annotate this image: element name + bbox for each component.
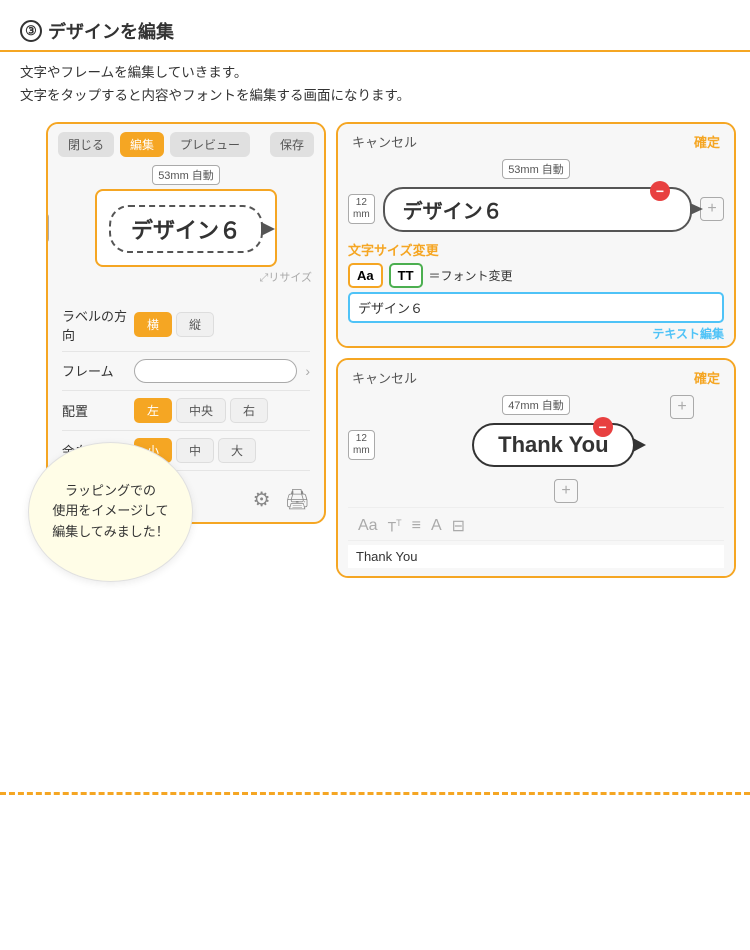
opt-large[interactable]: 大 (218, 438, 256, 463)
rp1-mm-badge: 12 mm (348, 194, 375, 224)
font-btn-tt[interactable]: TT (389, 263, 423, 288)
rp1-confirm[interactable]: 確定 (694, 132, 720, 151)
rp1-cancel[interactable]: キャンセル (352, 132, 417, 151)
opt-medium[interactable]: 中 (176, 438, 214, 463)
edit-button[interactable]: 編集 (120, 132, 164, 157)
rp2-text-input[interactable] (348, 545, 724, 568)
font-btn-aa[interactable]: Aa (348, 263, 383, 288)
right-panel-1: キャンセル 確定 53mm 自動 12 mm デザイン６ − (336, 122, 736, 348)
opt-left[interactable]: 左 (134, 398, 172, 423)
font-change-label: ＝フォント変更 (429, 267, 513, 284)
align-icon[interactable]: ≡ (412, 517, 421, 535)
rp1-label-bubble: デザイン６ − (383, 187, 692, 232)
page-title: ③ デザインを編集 (20, 18, 730, 44)
right-panels: キャンセル 確定 53mm 自動 12 mm デザイン６ − (336, 122, 736, 578)
left-mm-badge: 12 mm (46, 213, 49, 243)
circle-num: ③ (20, 20, 42, 42)
rp2-label-row: 12 mm + Thank You − (348, 419, 724, 471)
label-bubble: デザイン６ (109, 205, 263, 253)
font-size-label: 文字サイズ変更 (348, 240, 724, 259)
rp1-text-input[interactable]: デザイン６ (348, 292, 724, 323)
rp2-plus-bottom[interactable]: + (554, 479, 578, 503)
minus-button-2[interactable]: − (593, 417, 613, 437)
rp2-cancel[interactable]: キャンセル (352, 368, 417, 387)
rp1-plus[interactable]: + (700, 197, 724, 221)
opt-horizontal[interactable]: 横 (134, 312, 172, 337)
rp2-label-bubble: Thank You − (472, 423, 634, 467)
setting-label-align: 配置 (62, 401, 134, 420)
setting-options-direction: 横 縦 (134, 312, 214, 337)
rp2-plus-top[interactable]: + (670, 395, 694, 419)
text-edit-label: テキスト編集 (348, 325, 724, 342)
rp1-size-badge: 53mm 自動 (502, 159, 570, 179)
page-desc: 文字やフレームを編集していきます。 文字をタップすると内容やフォントを編集する画… (20, 62, 730, 108)
preview-button[interactable]: プレビュー (170, 132, 250, 157)
setting-label-frame: フレーム (62, 361, 134, 380)
callout-bubble: ラッピングでの 使用をイメージして 編集してみました！ (28, 442, 193, 582)
opt-right[interactable]: 右 (230, 398, 268, 423)
save-button[interactable]: 保存 (270, 132, 314, 157)
layout-icon[interactable]: ⊟ (452, 516, 465, 536)
rp2-size-badge: 47mm 自動 (502, 395, 570, 415)
close-button[interactable]: 閉じる (58, 132, 114, 157)
frame-preview (134, 359, 297, 383)
frame-arrow-icon: › (305, 363, 310, 379)
page-header: ③ デザインを編集 (0, 0, 750, 52)
left-toolbar: 閉じる 編集 プレビュー 保存 (48, 124, 324, 165)
setting-label-direction: ラベルの方向 (62, 306, 134, 344)
setting-row-align: 配置 左 中央 右 (62, 391, 310, 431)
setting-row-direction: ラベルの方向 横 縦 (62, 299, 310, 352)
rp1-toolbar: キャンセル 確定 (338, 124, 734, 159)
footer-icons: ⚙ 🖨 (253, 487, 310, 512)
setting-row-frame: フレーム › (62, 352, 310, 391)
color-icon[interactable]: A (431, 517, 442, 535)
right-panel-2: キャンセル 確定 47mm 自動 12 mm + (336, 358, 736, 578)
minus-button-1[interactable]: − (650, 181, 670, 201)
gear-icon[interactable]: ⚙ (253, 487, 271, 512)
label-preview: デザイン６ (109, 197, 263, 255)
font-controls: Aa TT ＝フォント変更 (348, 263, 724, 288)
left-size-badge: 53mm 自動 (152, 165, 220, 185)
left-label-area: デザイン６ (95, 189, 277, 267)
frame-options: › (134, 359, 310, 383)
rp2-toolbar: キャンセル 確定 (338, 360, 734, 395)
bottom-dashes (0, 792, 750, 795)
rp2-mm-badge: 12 mm (348, 430, 375, 460)
font-style-icon[interactable]: TT (388, 518, 402, 535)
opt-center[interactable]: 中央 (176, 398, 226, 423)
resize-label: ⤢リサイズ (60, 269, 312, 285)
title-text: デザインを編集 (48, 18, 174, 44)
rp1-label-row: 12 mm デザイン６ − + (348, 183, 724, 236)
rp2-confirm[interactable]: 確定 (694, 368, 720, 387)
opt-vertical[interactable]: 縦 (176, 312, 214, 337)
font-size-icon[interactable]: Aa (358, 517, 378, 535)
print-icon[interactable]: 🖨 (285, 487, 310, 512)
setting-options-align: 左 中央 右 (134, 398, 268, 423)
rp2-icon-row: Aa TT ≡ A ⊟ (348, 507, 724, 540)
